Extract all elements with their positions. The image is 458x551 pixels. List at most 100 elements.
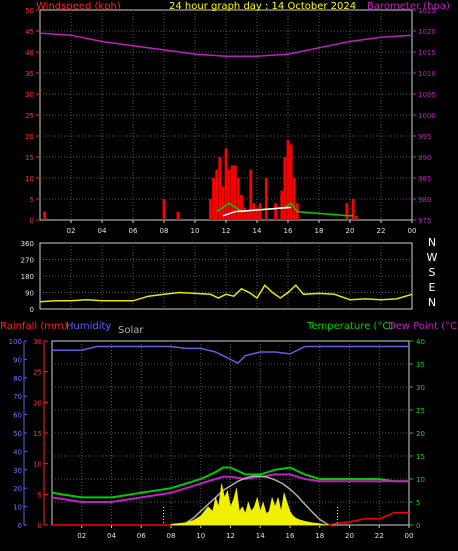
barometer-tick-label: 1010 <box>418 70 436 78</box>
windspeed-bar <box>264 178 268 220</box>
barometer-tick-label: 1020 <box>418 28 436 36</box>
x-tick-label: 10 <box>196 532 205 540</box>
rainfall-tick-label: 30 <box>33 338 42 346</box>
windspeed-bar <box>224 148 228 220</box>
x-tick-label: 20 <box>346 227 355 235</box>
wind-direction-panel: 090180270360 NWSEN <box>21 236 438 314</box>
x-tick-label: 16 <box>286 532 295 540</box>
temperature-panel: 0 10 20 30 40 50 60 70 80 90 100 0 5 10 15 20 25 30 0 5 10… <box>0 321 458 540</box>
x-tick-label: 22 <box>375 532 384 540</box>
x-tick-label: 16 <box>284 227 293 235</box>
windspeed-axis-title: Windspeed (kph) <box>36 1 121 12</box>
humidity-tick-label: 0 <box>18 522 22 530</box>
humidity-tick-label: 90 <box>13 356 22 364</box>
windspeed-bar <box>43 211 47 220</box>
windspeed-tick-label: 30 <box>25 91 34 99</box>
windspeed-bar <box>209 199 212 220</box>
windspeed-bar <box>240 194 243 220</box>
compass-label: N <box>428 236 436 249</box>
temperature-tick-label: 35 <box>416 361 425 369</box>
compass-label: S <box>429 266 436 279</box>
temperature-tick-label: 40 <box>416 338 425 346</box>
x-tick-label: 22 <box>377 227 386 235</box>
windspeed-tick-label: 50 <box>25 7 34 15</box>
windspeed-bar <box>176 211 180 220</box>
x-tick-label: 18 <box>315 227 324 235</box>
x-tick-label: 12 <box>222 227 231 235</box>
rainfall-tick-label: 5 <box>38 491 42 499</box>
chart-title: 24 hour graph day : 14 October 2024 <box>169 1 356 12</box>
windspeed-bar <box>258 203 262 220</box>
x-tick-label: 06 <box>137 532 146 540</box>
temperature-tick-label: 30 <box>416 384 425 392</box>
temperature-tick-label: 20 <box>416 430 425 438</box>
windspeed-tick-label: 25 <box>25 112 34 120</box>
temperature-tick-label: 10 <box>416 476 425 484</box>
direction-tick-label: 180 <box>21 273 34 281</box>
windspeed-bar <box>215 169 219 220</box>
windspeed-tick-label: 40 <box>25 49 34 57</box>
rainfall-tick-label: 10 <box>33 461 42 469</box>
x-tick-label: 08 <box>160 227 169 235</box>
barometer-tick-label: 1005 <box>418 91 436 99</box>
windspeed-bar <box>280 190 284 220</box>
x-tick-label: 00 <box>405 532 414 540</box>
temperature-tick-label: 5 <box>416 499 420 507</box>
x-tick-label: 14 <box>253 227 262 235</box>
windspeed-bar <box>162 199 166 220</box>
barometer-axis-title: Barometer (hpa) <box>367 1 450 12</box>
x-tick-label: 10 <box>191 227 200 235</box>
humidity-tick-label: 20 <box>13 485 22 493</box>
barometer-tick-label: 980 <box>418 196 431 204</box>
windspeed-bar <box>354 215 358 220</box>
windspeed-bar <box>283 157 287 220</box>
rainfall-tick-label: 0 <box>38 522 42 530</box>
humidity-tick-label: 40 <box>13 448 22 456</box>
temperature-tick-label: 0 <box>416 522 420 530</box>
direction-tick-label: 0 <box>30 306 34 314</box>
weather-graph-canvas: 05101520253035404550 9759809859909951000… <box>0 0 458 551</box>
direction-tick-label: 360 <box>21 240 34 248</box>
temperature-tick-label: 15 <box>416 453 425 461</box>
x-tick-label: 04 <box>98 227 107 235</box>
barometer-tick-label: 990 <box>418 154 431 162</box>
x-tick-label: 02 <box>77 532 86 540</box>
humidity-tick-label: 80 <box>13 375 22 383</box>
humidity-tick-label: 50 <box>13 430 22 438</box>
windspeed-bar <box>243 207 246 220</box>
windspeed-bar <box>274 203 277 220</box>
humidity-axis-title: Humidity <box>66 321 111 332</box>
x-tick-label: 02 <box>67 227 76 235</box>
windspeed-bar <box>289 144 293 220</box>
windspeed-tick-label: 45 <box>25 28 34 36</box>
barometer-tick-label: 985 <box>418 175 431 183</box>
humidity-tick-label: 10 <box>13 504 22 512</box>
temperature-axis-title: Temperature (°C) <box>306 321 393 332</box>
x-tick-label: 14 <box>256 532 265 540</box>
direction-tick-label: 90 <box>25 290 34 298</box>
temperature-tick-label: 25 <box>416 407 425 415</box>
windspeed-bar <box>351 199 355 220</box>
direction-tick-label: 270 <box>21 257 34 265</box>
solar-label: Solar <box>118 325 144 336</box>
windspeed-bar <box>252 203 256 220</box>
rainfall-axis-title: Rainfall (mm) <box>0 321 68 332</box>
windspeed-bar <box>345 203 349 220</box>
humidity-tick-label: 30 <box>13 467 22 475</box>
x-tick-label: 00 <box>408 227 417 235</box>
x-tick-label: 04 <box>107 532 116 540</box>
windspeed-tick-label: 35 <box>25 70 34 78</box>
x-tick-label: 08 <box>167 532 176 540</box>
x-tick-label: 12 <box>226 532 235 540</box>
windspeed-tick-label: 10 <box>25 175 34 183</box>
x-tick-label: 20 <box>345 532 354 540</box>
windspeed-bar <box>227 169 231 220</box>
windspeed-bar <box>292 178 296 220</box>
wind-barometer-panel: 05101520253035404550 9759809859909951000… <box>25 1 450 235</box>
humidity-tick-label: 100 <box>9 338 22 346</box>
windspeed-tick-label: 15 <box>25 154 34 162</box>
windspeed-bar <box>249 169 253 220</box>
dewpoint-axis-title: Dew Point (°C) <box>388 321 458 332</box>
rainfall-tick-label: 15 <box>33 430 42 438</box>
barometer-tick-label: 975 <box>418 217 431 225</box>
